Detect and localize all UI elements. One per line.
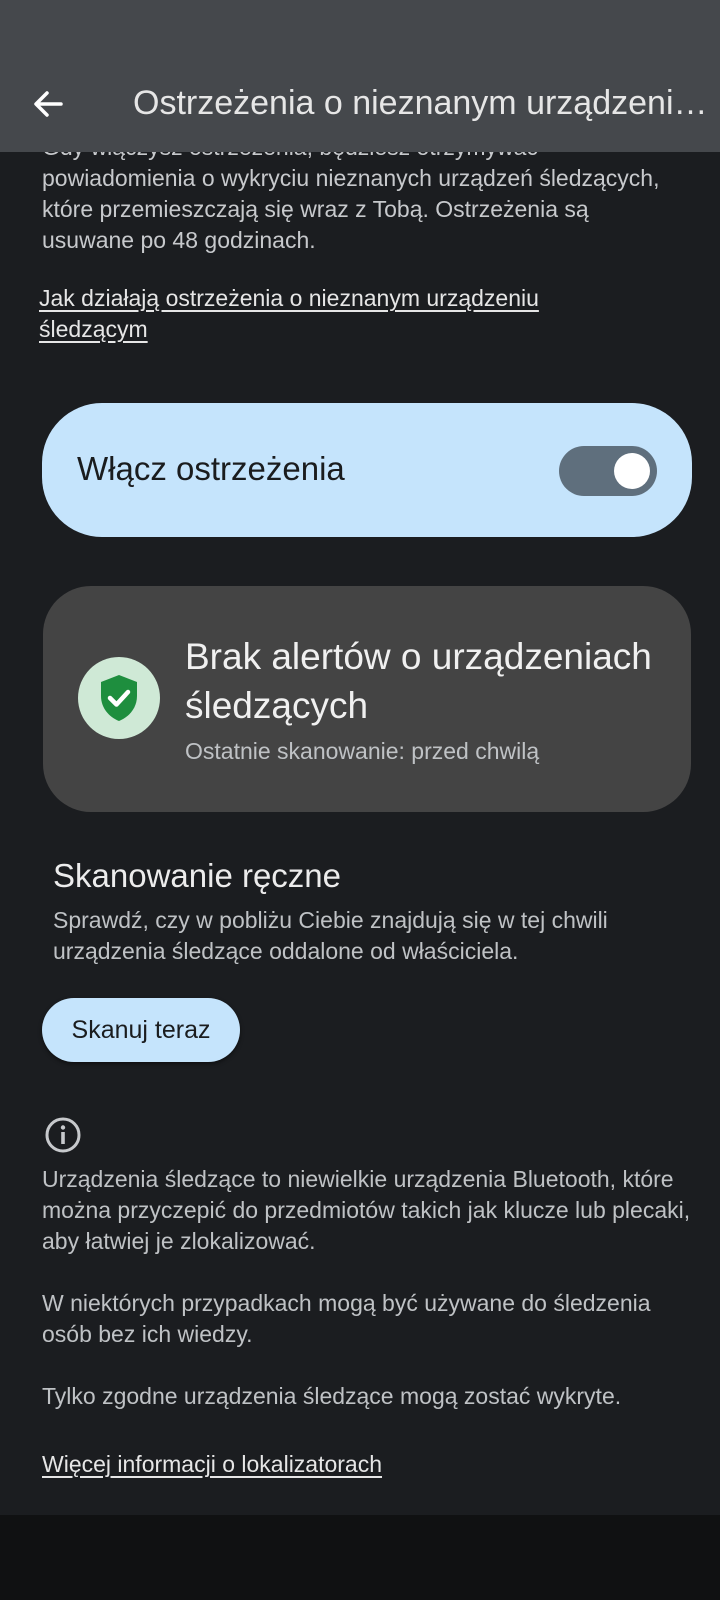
manual-scan-title: Skanowanie ręczne bbox=[53, 857, 342, 894]
top-app-bar: Ostrzeżenia o nieznanym urządzeniu śledz… bbox=[0, 0, 720, 152]
info-paragraph-3: Tylko zgodne urządzenia śledzące mogą zo… bbox=[42, 1383, 622, 1409]
manual-scan-description: Sprawdź, czy w pobliżu Ciebie znajdują s… bbox=[53, 907, 608, 964]
navigation-bar bbox=[0, 1515, 720, 1600]
how-alerts-work-link[interactable]: Jak działają ostrzeżenia o nieznanym urz… bbox=[39, 283, 639, 345]
more-info-trackers-link[interactable]: Więcej informacji o lokalizatorach bbox=[42, 1449, 382, 1480]
info-paragraph-2: W niektórych przypadkach mogą być używan… bbox=[42, 1290, 651, 1347]
enable-alerts-label: Włącz ostrzeżenia bbox=[77, 450, 345, 487]
enable-alerts-switch[interactable] bbox=[559, 446, 657, 496]
shield-check-icon bbox=[78, 657, 160, 739]
page-title: Ostrzeżenia o nieznanym urządzeniu śledz… bbox=[133, 84, 711, 122]
info-icon bbox=[44, 1116, 82, 1154]
last-scan-text: Ostatnie skanowanie: przed chwilą bbox=[185, 738, 540, 764]
scan-now-button[interactable]: Skanuj teraz bbox=[42, 998, 240, 1062]
arrow-back-icon[interactable] bbox=[22, 78, 74, 130]
info-paragraph-1: Urządzenia śledzące to niewielkie urządz… bbox=[42, 1166, 691, 1254]
enable-alerts-card[interactable]: Włącz ostrzeżenia bbox=[42, 403, 692, 537]
switch-thumb bbox=[614, 453, 650, 489]
status-card: Brak alertów o urządzeniach śledzących O… bbox=[43, 586, 691, 812]
screen: Gdy włączysz ostrzeżenia, będziesz otrzy… bbox=[0, 0, 720, 1600]
status-title: Brak alertów o urządzeniach śledzących bbox=[185, 636, 652, 726]
